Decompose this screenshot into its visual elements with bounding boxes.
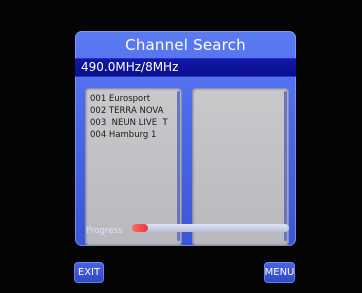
channel-list: 001 Eurosport 002 TERRA NOVA 003 NEUN LI…: [90, 93, 168, 141]
tv-screen: Channel Search 490.0MHz/8MHz 001 Eurospo…: [0, 0, 362, 293]
progress-bar: [132, 224, 289, 232]
channel-item[interactable]: 002 TERRA NOVA: [90, 105, 168, 117]
channel-item[interactable]: 004 Hamburg 1: [90, 129, 168, 141]
frequency-bar: 490.0MHz/8MHz: [75, 58, 296, 77]
secondary-list-scrollbar[interactable]: [284, 91, 287, 241]
progress-label: Progress: [86, 226, 123, 236]
menu-button[interactable]: MENU: [264, 262, 295, 283]
exit-button[interactable]: EXIT: [74, 262, 104, 283]
channel-search-dialog: Channel Search 490.0MHz/8MHz 001 Eurospo…: [75, 31, 296, 246]
channel-item[interactable]: 001 Eurosport: [90, 93, 168, 105]
progress-fill: [132, 224, 148, 232]
dialog-title: Channel Search: [125, 36, 246, 54]
channel-list-scrollbar[interactable]: [177, 91, 180, 241]
secondary-channels-list[interactable]: [192, 88, 289, 246]
channel-item[interactable]: 003 NEUN LIVE T: [90, 117, 168, 129]
found-channels-list[interactable]: 001 Eurosport 002 TERRA NOVA 003 NEUN LI…: [85, 88, 182, 246]
frequency-readout: 490.0MHz/8MHz: [81, 60, 179, 74]
